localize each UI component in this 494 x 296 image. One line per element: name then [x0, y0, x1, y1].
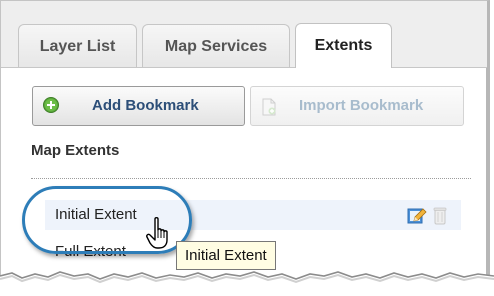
plus-circle-icon [43, 97, 59, 113]
hand-pointer-icon [146, 217, 168, 249]
extent-label-initial: Initial Extent [55, 206, 137, 223]
tab-bar: Layer List Map Services Extents [1, 1, 487, 68]
tab-extents[interactable]: Extents [295, 23, 392, 68]
row-actions [407, 206, 453, 226]
extent-row-initial[interactable]: Initial Extent [45, 200, 461, 230]
screenshot-frame: Layer List Map Services Extents Add Book… [0, 0, 494, 296]
tab-layer-list[interactable]: Layer List [18, 24, 137, 67]
add-bookmark-button[interactable]: Add Bookmark [32, 86, 245, 126]
extent-label-full: Full Extent [55, 243, 126, 260]
edit-pencil-icon[interactable] [407, 206, 427, 225]
trash-can-icon[interactable] [433, 206, 447, 225]
tab-divider [1, 67, 487, 68]
import-bookmark-button[interactable]: Import Bookmark [250, 86, 464, 126]
section-divider [31, 178, 471, 179]
add-bookmark-label: Add Bookmark [92, 97, 199, 114]
import-document-icon [262, 98, 276, 116]
section-title: Map Extents [31, 142, 120, 159]
tooltip: Initial Extent [176, 241, 276, 270]
import-bookmark-label: Import Bookmark [299, 97, 424, 114]
tab-map-services[interactable]: Map Services [142, 24, 290, 67]
